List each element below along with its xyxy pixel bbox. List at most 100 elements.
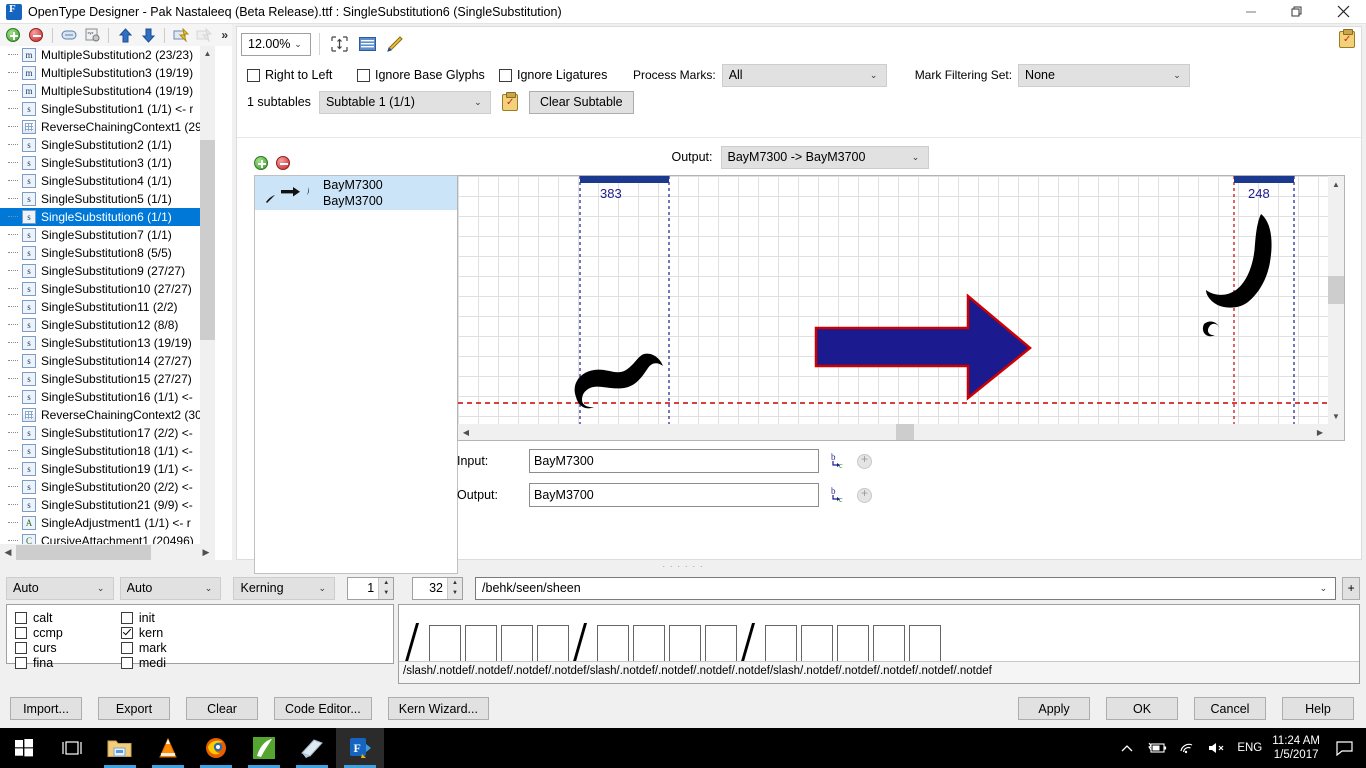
language-combo[interactable]: Auto ⌄ — [119, 576, 222, 600]
taskbar-item-opentype-designer[interactable]: F — [336, 728, 384, 768]
ignore-base-glyphs-checkbox[interactable]: Ignore Base Glyphs — [357, 68, 499, 82]
canvas-hscroll-thumb[interactable] — [896, 424, 914, 440]
code-editor-button[interactable]: Code Editor... — [274, 697, 372, 720]
scroll-left-icon[interactable]: ◀ — [0, 544, 16, 560]
script-combo[interactable]: Auto ⌄ — [6, 576, 114, 600]
volume-button[interactable] — [1207, 742, 1227, 754]
paste-subtable-button[interactable] — [499, 91, 521, 113]
minimize-button[interactable] — [1228, 0, 1274, 24]
spin-up-icon[interactable]: ▲ — [379, 578, 393, 589]
preview-glyph-notdef[interactable] — [429, 625, 461, 665]
compile-button[interactable] — [171, 26, 191, 45]
tree-item-4[interactable]: ReverseChainingContext1 (29 — [0, 118, 214, 136]
preview-glyph-notdef[interactable] — [801, 625, 833, 665]
right-to-left-checkbox[interactable]: Right to Left — [247, 68, 357, 82]
rename-lookup-button[interactable] — [59, 26, 79, 45]
add-lookup-button[interactable] — [3, 26, 23, 45]
preview-glyph-notdef[interactable] — [597, 625, 629, 665]
list-item[interactable]: BayM7300 BayM3700 — [255, 176, 457, 210]
start-button[interactable] — [0, 728, 48, 768]
canvas-horizontal-scrollbar[interactable]: ◀ ▶ — [458, 424, 1344, 440]
battery-status-button[interactable] — [1147, 742, 1167, 754]
maximize-button[interactable] — [1274, 0, 1320, 24]
ignore-ligatures-checkbox[interactable]: Ignore Ligatures — [499, 68, 627, 82]
export-button[interactable]: Export — [98, 697, 170, 720]
value-spinner-1[interactable]: 1 ▲ ▼ — [347, 576, 395, 600]
clear-button[interactable]: Clear — [186, 697, 258, 720]
scroll-up-icon[interactable]: ▲ — [200, 46, 215, 61]
ok-button[interactable]: OK — [1106, 697, 1178, 720]
canvas-vertical-scrollbar[interactable]: ▲ ▼ — [1328, 176, 1344, 424]
cancel-button[interactable]: Cancel — [1194, 697, 1266, 720]
toolbar-overflow-button[interactable]: » — [221, 28, 228, 42]
preview-glyph-notdef[interactable] — [501, 625, 533, 665]
mark-filtering-combo[interactable]: None ⌄ — [1018, 63, 1191, 87]
tree-item-0[interactable]: m MultipleSubstitution2 (23/23) — [0, 46, 214, 64]
scroll-right-icon[interactable]: ▶ — [198, 544, 214, 560]
scroll-down-icon[interactable]: ▼ — [1328, 408, 1344, 424]
tree-item-12[interactable]: s SingleSubstitution9 (27/27) — [0, 262, 214, 280]
remove-lookup-button[interactable] — [26, 26, 46, 45]
preview-glyph-notdef[interactable] — [837, 625, 869, 665]
value-spinner-2[interactable]: 32 ▲ ▼ — [412, 576, 464, 600]
tree-item-20[interactable]: ReverseChainingContext2 (30 — [0, 406, 214, 424]
feature-checkbox-fina[interactable]: fina — [15, 656, 63, 670]
tree-item-1[interactable]: m MultipleSubstitution3 (19/19) — [0, 64, 214, 82]
subtable-combo[interactable]: Subtable 1 (1/1) ⌄ — [318, 90, 491, 114]
scroll-up-icon[interactable]: ▲ — [1328, 176, 1344, 192]
add-input-button[interactable] — [857, 452, 872, 469]
feature-checkbox-ccmp[interactable]: ccmp — [15, 626, 63, 640]
tree-item-14[interactable]: s SingleSubstitution11 (2/2) — [0, 298, 214, 316]
tree-hscroll-thumb[interactable] — [16, 544, 151, 560]
output-glyph-field[interactable]: BayM3700 — [529, 483, 819, 507]
tree-item-25[interactable]: s SingleSubstitution21 (9/9) <- — [0, 496, 214, 514]
glyph-picker-icon[interactable]: bc — [829, 452, 849, 470]
substitution-pair-list[interactable]: BayM7300 BayM3700 — [254, 175, 458, 574]
remove-pair-icon[interactable] — [276, 156, 290, 170]
panel-splitter[interactable]: · · · · · · — [0, 561, 1366, 571]
preview-glyph-notdef[interactable] — [465, 625, 497, 665]
move-down-button[interactable] — [138, 26, 158, 45]
taskbar-item-file-explorer[interactable] — [96, 728, 144, 768]
help-button[interactable]: Help — [1282, 697, 1354, 720]
kern-wizard-button[interactable]: Kern Wizard... — [387, 697, 489, 720]
sample-text-combo[interactable]: /behk/seen/sheen ⌄ — [475, 576, 1337, 600]
feature-combo[interactable]: Kerning ⌄ — [233, 576, 336, 600]
feature-checkbox-medi[interactable]: medi — [120, 656, 167, 670]
taskbar-clock[interactable]: 11:24 AM 1/5/2017 — [1272, 734, 1320, 762]
tree-item-3[interactable]: s SingleSubstitution1 (1/1) <- r — [0, 100, 214, 118]
feature-tags-list[interactable]: calt ccmp curs fina init kern mark medi — [6, 604, 394, 670]
canvas-vscroll-thumb[interactable] — [1328, 276, 1344, 304]
properties-button[interactable]: xyz — [82, 26, 102, 45]
tree-item-8[interactable]: s SingleSubstitution5 (1/1) — [0, 190, 214, 208]
scroll-left-icon[interactable]: ◀ — [458, 424, 474, 440]
preview-glyph-notdef[interactable] — [705, 625, 737, 665]
action-center-button[interactable] — [1330, 740, 1358, 756]
preview-glyph-notdef[interactable] — [669, 625, 701, 665]
spinner-arrows[interactable]: ▲ ▼ — [447, 577, 463, 599]
scroll-right-icon[interactable]: ▶ — [1312, 424, 1328, 440]
tree-item-19[interactable]: s SingleSubstitution16 (1/1) <- — [0, 388, 214, 406]
preview-glyph-notdef[interactable] — [873, 625, 905, 665]
preview-glyph-notdef[interactable] — [765, 625, 797, 665]
output-combo[interactable]: BayM7300 -> BayM3700 ⌄ — [720, 145, 929, 169]
tree-item-23[interactable]: s SingleSubstitution19 (1/1) <- — [0, 460, 214, 478]
taskbar-item-kde-app[interactable] — [240, 728, 288, 768]
feature-checkbox-mark[interactable]: mark — [120, 641, 167, 655]
tree-item-17[interactable]: s SingleSubstitution14 (27/27) — [0, 352, 214, 370]
language-indicator[interactable]: ENG — [1237, 742, 1262, 754]
tree-item-9[interactable]: s SingleSubstitution6 (1/1) — [0, 208, 214, 226]
tree-item-10[interactable]: s SingleSubstitution7 (1/1) — [0, 226, 214, 244]
taskbar-item-sticky-notes[interactable] — [288, 728, 336, 768]
network-status-button[interactable] — [1177, 742, 1197, 754]
preview-glyph-slash[interactable] — [741, 621, 761, 665]
spin-down-icon[interactable]: ▼ — [448, 588, 462, 599]
task-view-button[interactable] — [48, 728, 96, 768]
taskbar-item-firefox[interactable] — [192, 728, 240, 768]
text-preview-panel[interactable]: /slash/.notdef/.notdef/.notdef/.notdef/s… — [398, 604, 1360, 684]
glyph-picker-icon[interactable]: bc — [829, 486, 849, 504]
input-glyph-field[interactable]: BayM7300 — [529, 449, 819, 473]
preview-glyph-notdef[interactable] — [537, 625, 569, 665]
compile-all-button[interactable] — [194, 26, 214, 45]
tree-item-24[interactable]: s SingleSubstitution20 (2/2) <- — [0, 478, 214, 496]
